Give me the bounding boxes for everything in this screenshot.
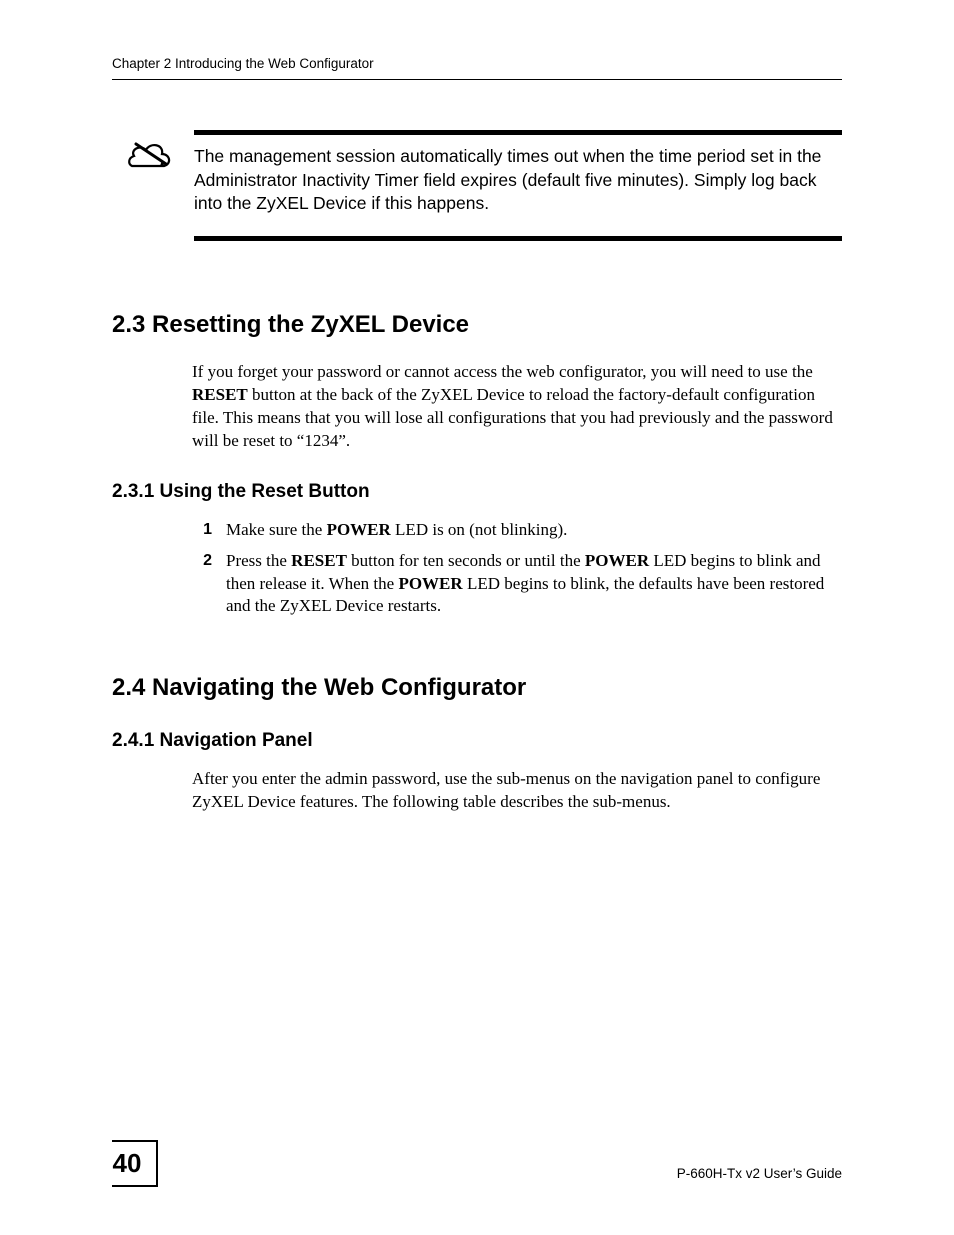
running-header: Chapter 2 Introducing the Web Configurat… (112, 56, 842, 80)
list-item-body: Make sure the POWER LED is on (not blink… (226, 519, 842, 542)
ordered-list-reset-steps: 1 Make sure the POWER LED is on (not bli… (192, 519, 842, 619)
subsection-heading-2-3-1: 2.3.1 Using the Reset Button (112, 481, 842, 503)
text-bold-reset: RESET (291, 551, 347, 570)
page-footer: 40 P-660H-Tx v2 User’s Guide (112, 1140, 842, 1187)
guide-name: P-660H-Tx v2 User’s Guide (677, 1166, 842, 1187)
text-fragment: Press the (226, 551, 291, 570)
list-item-number: 2 (192, 550, 212, 619)
text-bold-reset: RESET (192, 385, 248, 404)
text-fragment: Make sure the (226, 520, 327, 539)
text-bold-power: POWER (327, 520, 391, 539)
note-block: The management session automatically tim… (126, 130, 842, 241)
note-text: The management session automatically tim… (194, 130, 842, 241)
subsection-heading-2-4-1: 2.4.1 Navigation Panel (112, 730, 842, 752)
section-heading-2-3: 2.3 Resetting the ZyXEL Device (112, 311, 842, 339)
text-fragment: button for ten seconds or until the (347, 551, 585, 570)
list-item-number: 1 (192, 519, 212, 542)
text-fragment: button at the back of the ZyXEL Device t… (192, 385, 833, 450)
text-fragment: LED is on (not blinking). (391, 520, 568, 539)
list-item: 2 Press the RESET button for ten seconds… (192, 550, 842, 619)
section-2-4-1-paragraph: After you enter the admin password, use … (192, 768, 842, 814)
note-icon (126, 130, 174, 241)
text-bold-power: POWER (585, 551, 649, 570)
section-2-3-paragraph: If you forget your password or cannot ac… (192, 361, 842, 453)
section-heading-2-4: 2.4 Navigating the Web Configurator (112, 674, 842, 702)
list-item: 1 Make sure the POWER LED is on (not bli… (192, 519, 842, 542)
text-fragment: If you forget your password or cannot ac… (192, 362, 813, 381)
page-number: 40 (112, 1140, 158, 1187)
text-bold-power: POWER (398, 574, 462, 593)
list-item-body: Press the RESET button for ten seconds o… (226, 550, 842, 619)
